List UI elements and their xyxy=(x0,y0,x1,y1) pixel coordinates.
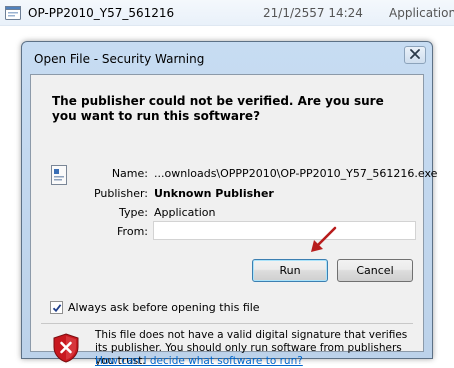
run-button[interactable]: Run xyxy=(252,259,328,282)
divider xyxy=(41,323,413,324)
close-icon xyxy=(410,48,420,62)
name-label: Name: xyxy=(111,167,148,180)
dialog-body: The publisher could not be verified. Are… xyxy=(30,74,437,367)
type-label: Type: xyxy=(119,206,148,219)
type-value: Application xyxy=(154,206,216,219)
warning-heading: The publisher could not be verified. Are… xyxy=(52,94,384,123)
check-icon xyxy=(52,303,61,312)
shield-error-icon xyxy=(53,333,79,363)
dialog-title: Open File - Security Warning xyxy=(34,52,205,66)
file-name: OP-PP2010_Y57_561216 xyxy=(28,6,175,20)
red-arrow-annotation xyxy=(308,225,338,255)
title-bar[interactable]: Open File - Security Warning xyxy=(22,42,432,74)
application-file-icon xyxy=(4,4,22,22)
always-ask-label[interactable]: Always ask before opening this file xyxy=(68,301,260,314)
security-warning-dialog: Open File - Security Warning The publish… xyxy=(21,41,437,367)
publisher-value: Unknown Publisher xyxy=(154,187,274,200)
help-link[interactable]: How can I decide what software to run? xyxy=(95,355,303,367)
file-type: Application xyxy=(389,6,454,20)
close-button[interactable] xyxy=(404,46,426,64)
from-label: From: xyxy=(117,225,148,238)
always-ask-checkbox[interactable] xyxy=(50,301,63,314)
from-field xyxy=(153,221,416,240)
publisher-label: Publisher: xyxy=(93,187,148,200)
name-value: ...ownloads\OPPP2010\OP-PP2010_Y57_56121… xyxy=(154,167,438,180)
explorer-file-row[interactable]: OP-PP2010_Y57_561216 21/1/2557 14:24 App… xyxy=(0,0,454,26)
package-icon xyxy=(51,165,67,185)
file-date: 21/1/2557 14:24 xyxy=(263,6,363,20)
cancel-button[interactable]: Cancel xyxy=(337,259,413,282)
